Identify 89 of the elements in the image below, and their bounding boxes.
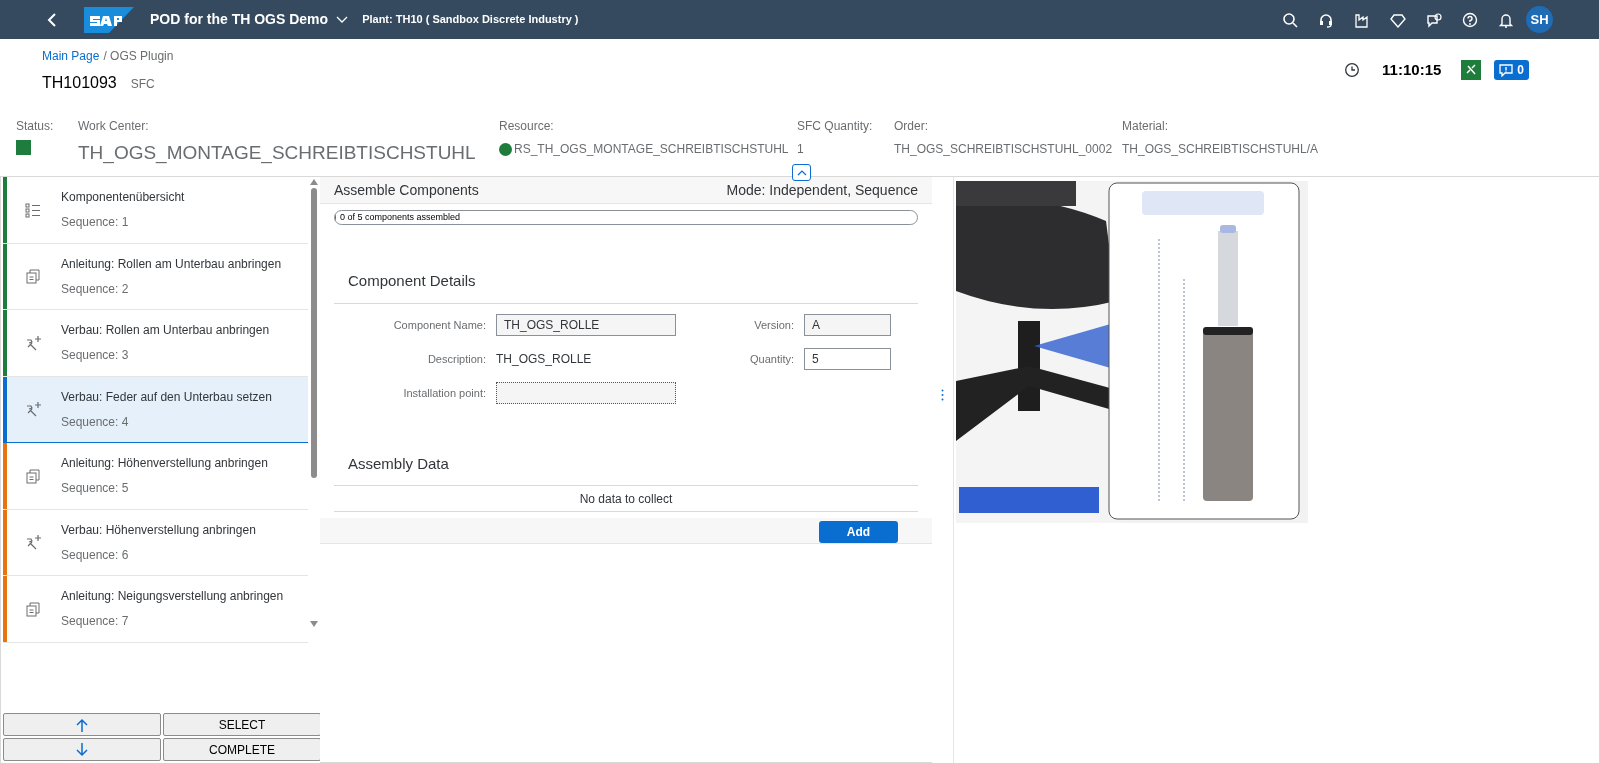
documents-icon [25,600,41,617]
step-item[interactable]: Komponentenübersicht Sequence: 1 [3,177,309,244]
field-value: TH_OGS_SCHREIBTISCHSTUHL/A [1122,141,1320,158]
section-title: Component Details [348,272,476,289]
move-up-button[interactable] [3,713,161,736]
search-icon[interactable] [1282,11,1298,28]
step-sequence: Sequence: 2 [61,280,130,298]
work-center-value: TH_OGS_MONTAGE_SCHREIBTISCHSTUHL [78,141,476,166]
diamond-icon[interactable] [1390,11,1406,28]
step-item[interactable]: Anleitung: Höhenverstellung anbringen Sequence: 5 [3,443,309,510]
field-label: SFC Quantity: [797,118,874,135]
wrench-plus-icon [25,401,41,418]
step-item[interactable]: Verbau: Feder auf den Unterbau setzen Sequence: 4 [3,376,309,443]
scroll-down-icon [310,621,318,627]
breadcrumb-link[interactable]: Main Page [42,47,100,65]
field-label: Order: [894,118,929,135]
step-title: Anleitung: Höhenverstellung anbringen [61,455,268,473]
page-subtitle: SFC [130,76,155,93]
step-title: Komponentenübersicht [61,189,185,207]
chevron-down-icon [336,15,349,24]
add-button[interactable]: Add [819,521,898,543]
step-title: Anleitung: Rollen am Unterbau anbringen [61,255,282,273]
scroll-up-icon [310,179,318,185]
notification-button[interactable]: 0 [1494,60,1529,80]
step-sequence: Sequence: 6 [61,546,130,564]
field-value: RS_TH_OGS_MONTAGE_SCHREIBTISCHSTUHL [514,141,789,158]
form-label: Quantity: [748,351,794,367]
progress-text: 0 of 5 components assembled [339,211,462,224]
step-item[interactable]: Verbau: Höhenverstellung anbringen Sequence: 6 [3,509,309,576]
field-label: Work Center: [78,118,150,135]
plant-label: Plant: TH10 ( Sandbox Discrete Industry ) [362,12,579,28]
documents-icon [25,467,41,484]
mode-label: Mode: Independent, Sequence [726,180,918,200]
chevron-up-icon [796,169,807,176]
help-icon[interactable] [1462,11,1478,28]
step-item[interactable]: Verbau: Rollen am Unterbau anbringen Sequence: 3 [3,310,309,377]
wrench-plus-icon [25,534,41,551]
step-sequence: Sequence: 7 [61,613,130,631]
form-label: Description: [426,351,486,367]
field-value: 1 [797,141,805,158]
collapse-header-button[interactable] [792,164,811,181]
form-label: Version: [753,317,794,333]
factory-icon[interactable] [1354,11,1370,28]
field-label: Material: [1122,118,1169,135]
splitter-grip-icon[interactable] [941,389,944,401]
documents-icon [25,268,41,285]
list-icon [25,201,41,218]
sap-logo-icon[interactable] [84,6,134,33]
clock-icon [1344,62,1361,78]
user-avatar[interactable]: SH [1526,6,1553,33]
step-sequence: Sequence: 5 [61,480,130,498]
breadcrumb-current: / OGS Plugin [103,48,174,65]
version-field[interactable]: A [804,314,891,336]
empty-message: No data to collect [579,490,673,508]
page-title: TH101093 [42,73,117,93]
complete-button[interactable]: COMPLETE [163,738,321,761]
step-sequence: Sequence: 3 [61,347,130,365]
quantity-field[interactable]: 5 [804,348,891,370]
section-title: Assembly Data [348,455,449,472]
arrow-up-icon [76,717,88,732]
bell-icon[interactable] [1498,11,1514,28]
component-name-field[interactable]: TH_OGS_ROLLE [496,314,676,336]
form-label: Installation point: [402,385,486,401]
message-icon [1499,63,1514,77]
description-value: TH_OGS_ROLLE [496,351,593,368]
app-title-menu[interactable]: POD for the TH OGS Demo [150,9,349,30]
step-sequence: Sequence: 4 [61,413,130,431]
field-label: Status: [16,118,55,135]
arrow-down-icon [76,742,88,757]
step-title: Verbau: Rollen am Unterbau anbringen [61,322,270,340]
field-label: Resource: [499,118,555,135]
panel-title: Assemble Components [334,180,479,200]
step-item[interactable]: Anleitung: Neigungsverstellung anbringen Sequence: 7 [3,576,309,643]
scrollbar-thumb[interactable] [311,188,317,478]
installation-point-field[interactable] [496,382,676,404]
form-label: Component Name: [392,317,486,333]
step-item[interactable]: Anleitung: Rollen am Unterbau anbringen Sequence: 2 [3,243,309,310]
wrench-plus-icon [25,334,41,351]
select-button[interactable]: SELECT [163,713,321,736]
step-title: Verbau: Feder auf den Unterbau setzen [61,388,272,406]
chat-icon[interactable] [1426,11,1442,28]
field-value: TH_OGS_SCHREIBTISCHSTUHL_0002 [894,141,1114,158]
step-title: Verbau: Höhenverstellung anbringen [61,521,256,539]
back-icon[interactable] [46,11,58,28]
move-down-button[interactable] [3,738,161,761]
step-sequence: Sequence: 1 [61,214,130,232]
step-title: Anleitung: Neigungsverstellung anbringen [61,588,284,606]
headset-icon[interactable] [1318,11,1334,28]
clock-time: 11:10:15 [1382,59,1442,80]
